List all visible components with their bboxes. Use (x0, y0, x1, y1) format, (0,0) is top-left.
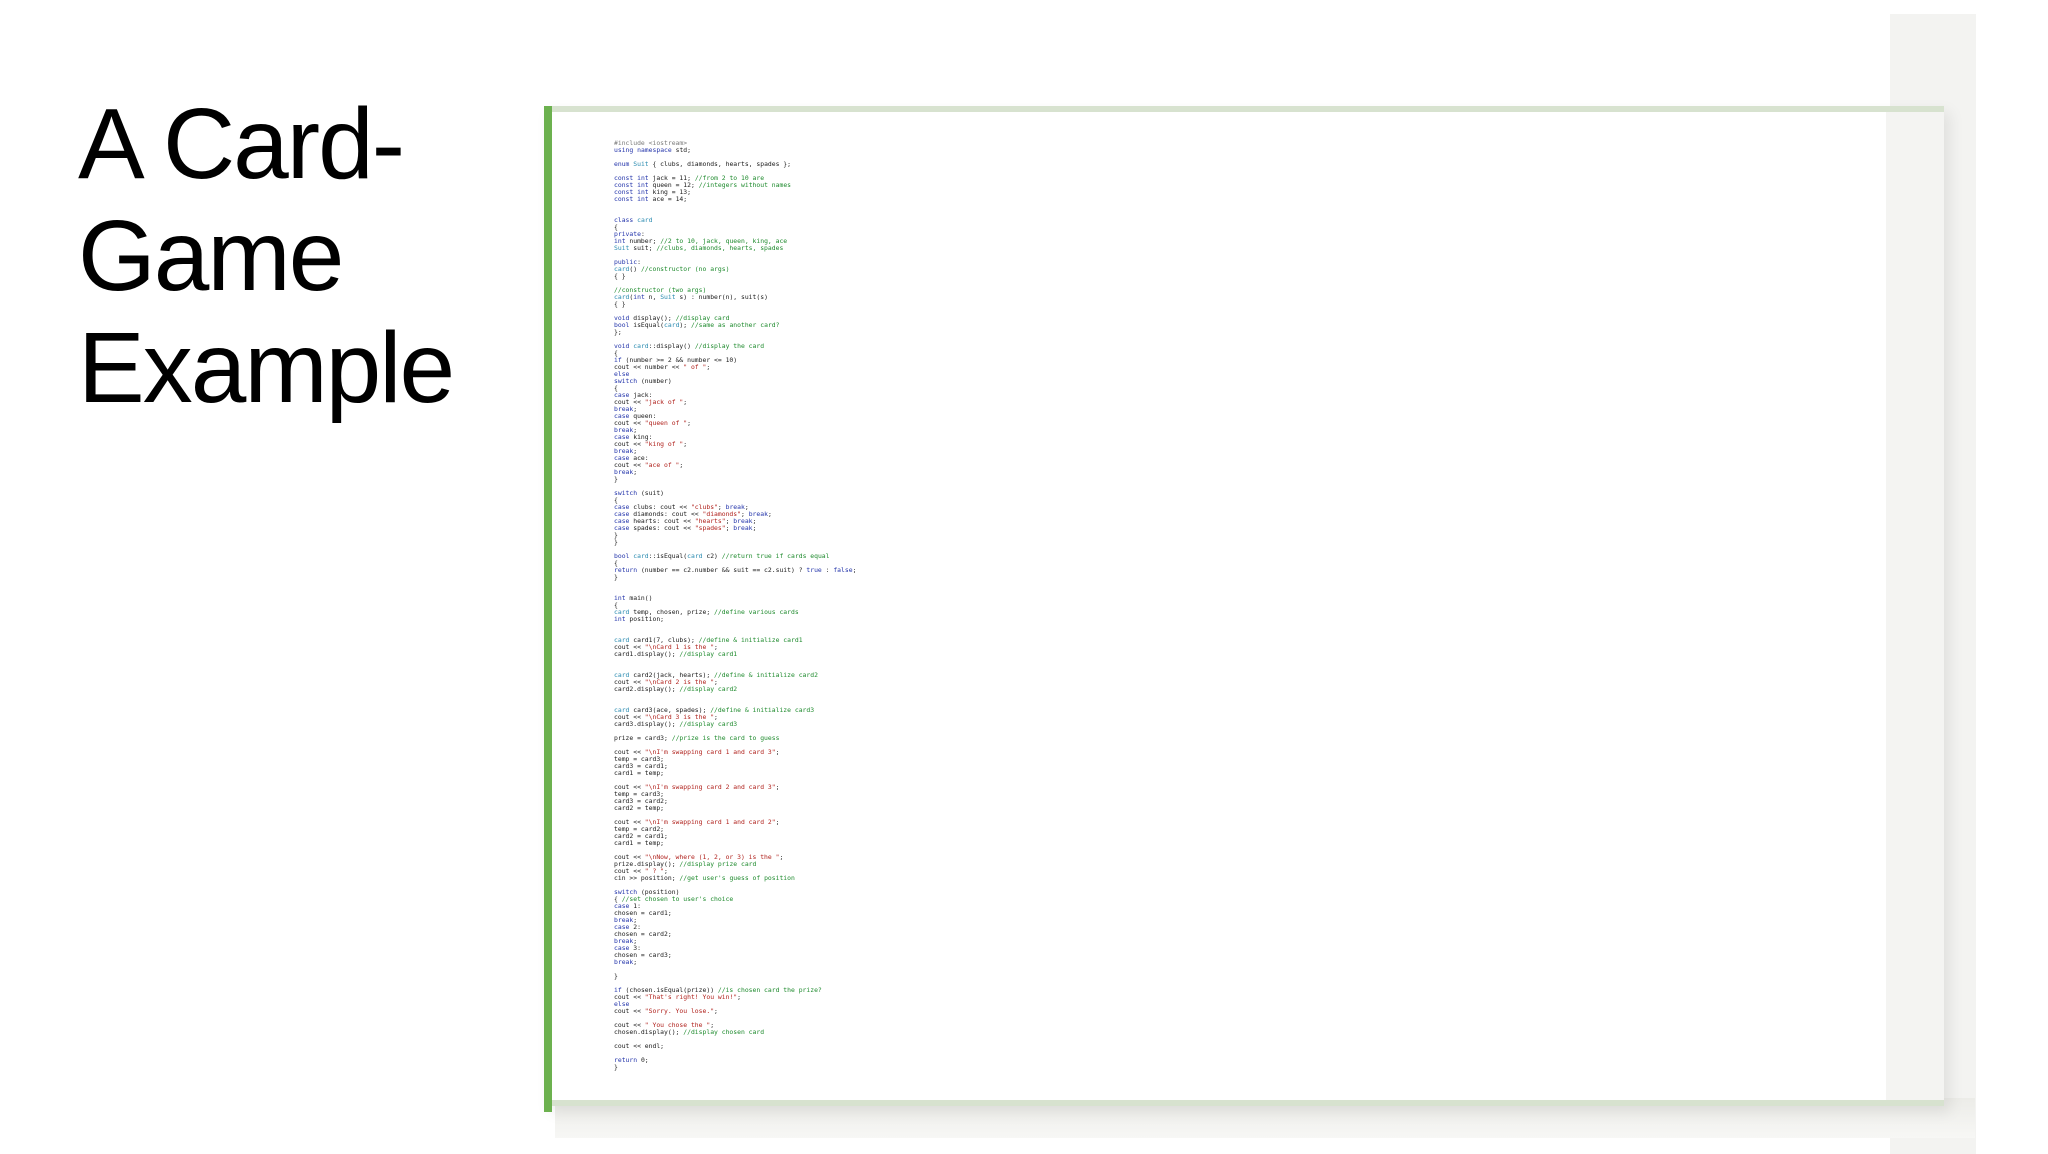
code-line: return (number == c2.number && suit == c… (614, 566, 857, 574)
code-line: } (614, 538, 618, 546)
code-line: chosen = card3; (614, 951, 672, 959)
code-line: cout << number << " of "; (614, 363, 711, 371)
code-line: } (614, 475, 618, 483)
code-panel: #include <iostream> using namespace std; … (544, 106, 1944, 1112)
code-line: Suit suit; //clubs, diamonds, hearts, sp… (614, 244, 784, 252)
code-line: card1.display(); //display card1 (614, 650, 738, 658)
code-line: break; (614, 468, 638, 476)
code-line: break; (614, 937, 638, 945)
code-line: cout << "Sorry. You lose."; (614, 1007, 718, 1015)
code-line: card() //constructor (no args) (614, 265, 730, 273)
code-line: } (614, 531, 618, 539)
code-line: { } (614, 272, 626, 280)
code-line: int position; (614, 615, 665, 623)
code-line: void card::display() //display the card (614, 342, 765, 350)
code-line: chosen = card1; (614, 909, 672, 917)
code-block: #include <iostream> using namespace std; … (614, 140, 856, 1071)
code-line: return 0; (614, 1056, 649, 1064)
code-line: } (614, 1063, 618, 1071)
code-line: enum Suit { clubs, diamonds, hearts, spa… (614, 160, 791, 168)
code-line: cout << endl; (614, 1042, 665, 1050)
code-line: break; (614, 958, 638, 966)
code-line: cout << "king of "; (614, 440, 688, 448)
slide-title-line-1: A Card- (78, 88, 405, 200)
code-line: } (614, 573, 618, 581)
code-line: cin >> position; //get user's guess of p… (614, 874, 795, 882)
code-line: card2 = temp; (614, 804, 665, 812)
slide-title-line-2: Game (78, 200, 344, 312)
code-line: chosen.display(); //display chosen card (614, 1028, 765, 1036)
code-line: const int ace = 14; (614, 195, 688, 203)
accent-bar (544, 106, 552, 1112)
code-line: cout << "ace of "; (614, 461, 684, 469)
code-line: switch (suit) (614, 489, 665, 497)
code-line: card1 = temp; (614, 839, 665, 847)
code-line: }; (614, 328, 622, 336)
code-line: class card (614, 216, 653, 224)
code-line: card(int n, Suit s) : number(n), suit(s) (614, 293, 768, 301)
code-line: break; (614, 447, 638, 455)
code-line: cout << "jack of "; (614, 398, 688, 406)
slide-title-line-3: Example (78, 312, 455, 424)
code-line: using namespace std; (614, 146, 691, 154)
code-line: card1 = temp; (614, 769, 665, 777)
code-line: { } (614, 300, 626, 308)
code-line: int main() (614, 594, 653, 602)
code-line: bool card::isEqual(card c2) //return tru… (614, 552, 830, 560)
code-line: switch (number) (614, 377, 672, 385)
code-line: { //set chosen to user's choice (614, 895, 734, 903)
code-line: cout << "queen of "; (614, 419, 691, 427)
code-line: case spades: cout << "spades"; break; (614, 524, 757, 532)
code-line: cout << "That's right! You win!"; (614, 993, 741, 1001)
code-line: card3.display(); //display card3 (614, 720, 738, 728)
code-line: prize = card3; //prize is the card to gu… (614, 734, 780, 742)
panel-right-fade (1886, 112, 1944, 1100)
code-line: { (614, 223, 618, 231)
code-line: } (614, 972, 618, 980)
code-line: card2.display(); //display card2 (614, 685, 738, 693)
code-line: bool isEqual(card); //same as another ca… (614, 321, 780, 329)
code-line: break; (614, 916, 638, 924)
code-line: chosen = card2; (614, 930, 672, 938)
slide-title: A Card- Game Example (78, 88, 455, 424)
